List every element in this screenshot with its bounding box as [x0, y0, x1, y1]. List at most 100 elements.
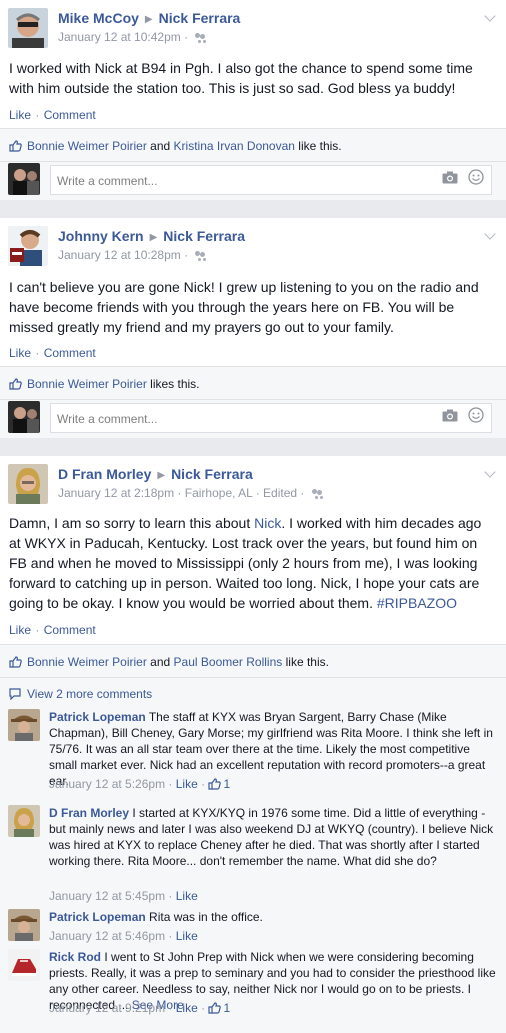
comment-time[interactable]: January 12 at 9:21pm [49, 1001, 165, 1015]
friends-audience-icon[interactable] [311, 489, 324, 498]
meta-separator: · [174, 486, 185, 500]
like-link[interactable]: Like [9, 346, 31, 360]
post-card: Johnny Kern ▶ Nick Ferrara January 12 at 1… [0, 218, 506, 438]
comment-body: Rita was in the office. [149, 910, 263, 924]
likes-suffix: likes this. [150, 377, 200, 391]
author-name[interactable]: D Fran Morley [58, 466, 151, 482]
comment-meta: January 12 at 9:21pm · Like · 1 [49, 1001, 230, 1015]
post-timestamp[interactable]: January 12 at 10:28pm [58, 248, 181, 262]
post-options-chevron-icon[interactable] [484, 228, 496, 240]
post-options-chevron-icon[interactable] [484, 10, 496, 22]
avatar[interactable] [8, 8, 48, 48]
camera-icon[interactable] [442, 171, 458, 187]
mention-link[interactable]: Nick [254, 515, 281, 531]
arrow-right-icon: ▶ [149, 232, 158, 243]
feedback-area: Bonnie Weimer Poirier likes this. Write … [0, 366, 506, 438]
liker-name[interactable]: Bonnie Weimer Poirier [27, 139, 147, 153]
comment-meta: January 12 at 5:46pm · Like [49, 929, 198, 943]
comment-author[interactable]: Patrick Lopeman [49, 710, 146, 724]
post-timestamp[interactable]: January 12 at 2:18pm [58, 486, 174, 500]
liker-name[interactable]: Kristina Irvan Donovan [174, 139, 295, 153]
post-text: Damn, I am so sorry to learn this about … [9, 513, 492, 613]
comment-composer: Write a comment... [8, 401, 492, 435]
meta-separator: · [252, 486, 264, 500]
liker-name[interactable]: Bonnie Weimer Poirier [27, 655, 147, 669]
commenter-avatar[interactable] [8, 805, 40, 837]
avatar[interactable] [8, 226, 48, 266]
post-actions: Like · Comment [9, 108, 96, 122]
comment-link[interactable]: Comment [44, 623, 96, 637]
meta-separator: · [297, 486, 308, 500]
post-text: I worked with Nick at B94 in Pgh. I also… [9, 60, 473, 96]
author-name[interactable]: Johnny Kern [58, 228, 144, 244]
post-actions: Like · Comment [9, 346, 96, 360]
hashtag-link[interactable]: #RIPBAZOO [377, 595, 457, 611]
comment-like-count[interactable]: 1 [208, 1001, 230, 1015]
comment-time[interactable]: January 12 at 5:26pm [49, 777, 165, 791]
liker-name[interactable]: Bonnie Weimer Poirier [27, 377, 147, 391]
post-timestamp[interactable]: January 12 at 10:42pm [58, 30, 181, 44]
post-card: Mike McCoy ▶ Nick Ferrara January 12 at 10… [0, 0, 506, 200]
liker-name[interactable]: Paul Boomer Rollins [174, 655, 283, 669]
thumbs-up-icon [9, 140, 22, 152]
divider [0, 161, 506, 162]
comment-like-count[interactable]: 1 [208, 777, 230, 791]
target-name[interactable]: Nick Ferrara [171, 466, 253, 482]
comment-author[interactable]: Patrick Lopeman [49, 910, 146, 924]
friends-audience-icon[interactable] [195, 33, 207, 42]
viewer-avatar [8, 401, 40, 433]
post-text: I can't believe you are gone Nick! I gre… [9, 279, 479, 335]
feedback-area: Bonnie Weimer Poirier and Kristina Irvan… [0, 128, 506, 200]
comment-like-link[interactable]: Like [176, 777, 198, 791]
post-options-chevron-icon[interactable] [484, 466, 496, 478]
comment: Rick Rod I went to St John Prep with Nic… [8, 949, 496, 1029]
emoji-icon[interactable] [468, 407, 484, 426]
comment-time[interactable]: January 12 at 5:45pm [49, 889, 165, 903]
post-author-line: Johnny Kern ▶ Nick Ferrara [58, 228, 245, 244]
like-link[interactable]: Like [9, 623, 31, 637]
friends-audience-icon[interactable] [195, 251, 207, 260]
post-location[interactable]: Fairhope, AL [185, 486, 253, 500]
author-name[interactable]: Mike McCoy [58, 10, 139, 26]
like-link[interactable]: Like [9, 108, 31, 122]
comment-link[interactable]: Comment [44, 108, 96, 122]
target-name[interactable]: Nick Ferrara [163, 228, 245, 244]
meta-separator: · [165, 1001, 176, 1015]
comment-time[interactable]: January 12 at 5:46pm [49, 929, 165, 943]
speech-bubble-icon [9, 688, 21, 703]
comment-like-link[interactable]: Like [176, 1001, 198, 1015]
camera-icon[interactable] [442, 409, 458, 425]
like-count: 1 [223, 777, 231, 791]
comment-link[interactable]: Comment [44, 346, 96, 360]
comment-like-link[interactable]: Like [176, 889, 198, 903]
post-header: Johnny Kern ▶ Nick Ferrara January 12 at 1… [8, 226, 506, 266]
meta-separator: · [197, 777, 209, 791]
comment: D Fran Morley I started at KYX/KYQ in 19… [8, 805, 496, 903]
thumbs-up-icon [208, 778, 222, 790]
comment-author[interactable]: D Fran Morley [49, 806, 129, 820]
view-more-comments-link[interactable]: View 2 more comments [27, 687, 152, 701]
comment-author[interactable]: Rick Rod [49, 950, 101, 964]
post-text-part: Damn, I am so sorry to learn this about [9, 515, 255, 531]
commenter-avatar[interactable] [8, 709, 40, 741]
post-header: D Fran Morley ▶ Nick Ferrara January 12 at… [8, 464, 506, 504]
emoji-icon[interactable] [468, 169, 484, 188]
arrow-right-icon: ▶ [157, 470, 166, 481]
post-meta: January 12 at 10:28pm · [58, 248, 207, 262]
meta-separator: · [165, 889, 176, 903]
avatar[interactable] [8, 464, 48, 504]
comment-input[interactable]: Write a comment... [50, 165, 492, 195]
like-count: 1 [223, 1001, 231, 1015]
meta-separator: · [165, 929, 176, 943]
meta-separator: · [180, 248, 192, 262]
comment-input[interactable]: Write a comment... [50, 403, 492, 433]
commenter-avatar[interactable] [8, 949, 40, 981]
edited-label[interactable]: Edited [263, 486, 297, 500]
target-name[interactable]: Nick Ferrara [159, 10, 241, 26]
thumbs-up-icon [208, 1002, 222, 1014]
view-more-comments[interactable]: View 2 more comments [9, 687, 152, 703]
likes-summary: Bonnie Weimer Poirier and Kristina Irvan… [9, 139, 342, 153]
action-separator: · [32, 108, 43, 122]
comment-like-link[interactable]: Like [176, 929, 198, 943]
commenter-avatar[interactable] [8, 909, 40, 941]
